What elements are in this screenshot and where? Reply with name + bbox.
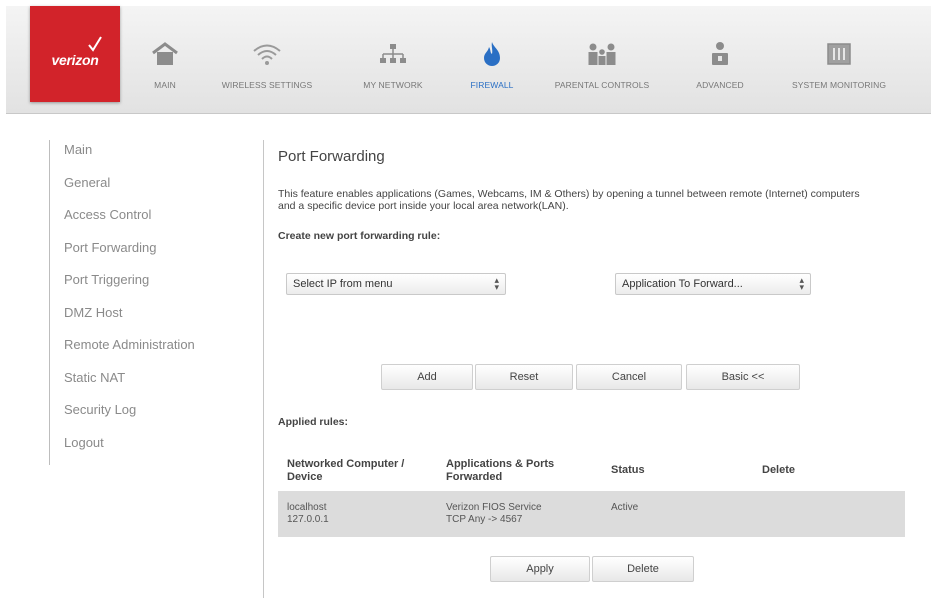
nav-my-network[interactable]: MY NETWORK — [349, 40, 437, 96]
page-title: Port Forwarding — [278, 148, 385, 165]
sidebar-item-remote-administration[interactable]: Remote Administration — [64, 335, 195, 368]
column-header-applications: Applications & Ports Forwarded — [446, 458, 555, 483]
select-arrows-icon: ▴ ▾ — [799, 275, 804, 292]
checkmark-icon — [88, 36, 102, 52]
column-header-device: Networked Computer / Device — [287, 458, 405, 483]
header-bar: verizon MAIN WIRELESS SETTINGS MY NETWOR… — [6, 6, 931, 114]
sidebar-item-port-triggering[interactable]: Port Triggering — [64, 270, 195, 303]
nav-system-monitoring[interactable]: SYSTEM MONITORING — [776, 40, 902, 96]
page-description: This feature enables applications (Games… — [278, 188, 860, 212]
network-icon — [380, 44, 406, 63]
sidebar: Main General Access Control Port Forward… — [49, 140, 195, 465]
brand-name: verizon — [51, 52, 99, 68]
applied-rules-label: Applied rules: — [278, 416, 349, 428]
nav-advanced[interactable]: ADVANCED — [684, 40, 756, 96]
nav-main[interactable]: MAIN — [140, 40, 190, 96]
reset-button[interactable]: Reset — [475, 364, 573, 390]
verizon-logo[interactable]: verizon — [30, 6, 120, 102]
basic-button[interactable]: Basic << — [686, 364, 800, 390]
row-application-name: Verizon FIOS Service — [446, 502, 542, 513]
column-header-status: Status — [611, 464, 645, 476]
nav-label: ADVANCED — [696, 80, 744, 90]
sidebar-item-access-control[interactable]: Access Control — [64, 205, 195, 238]
person-lock-icon — [712, 42, 728, 65]
content-divider — [263, 140, 264, 598]
ip-select-value: Select IP from menu — [293, 278, 393, 290]
row-application-ports: TCP Any -> 4567 — [446, 514, 523, 525]
table-row[interactable] — [278, 491, 905, 537]
sidebar-item-logout[interactable]: Logout — [64, 433, 195, 466]
sidebar-item-static-nat[interactable]: Static NAT — [64, 368, 195, 401]
row-device-ip: 127.0.0.1 — [287, 514, 329, 525]
select-arrows-icon: ▴ ▾ — [494, 275, 499, 292]
nav-label: PARENTAL CONTROLS — [554, 80, 650, 90]
row-device-name: localhost — [287, 502, 327, 513]
nav-label: SYSTEM MONITORING — [791, 80, 887, 90]
row-status: Active — [611, 502, 639, 513]
sidebar-item-dmz-host[interactable]: DMZ Host — [64, 303, 195, 336]
home-icon — [152, 42, 178, 65]
application-select-value: Application To Forward... — [622, 278, 743, 290]
sidebar-item-main[interactable]: Main — [64, 140, 195, 173]
sidebar-item-general[interactable]: General — [64, 173, 195, 206]
nav-firewall[interactable]: FIREWALL — [458, 40, 526, 96]
flame-icon — [484, 42, 500, 66]
ip-select[interactable]: Select IP from menu ▴ ▾ — [286, 273, 506, 295]
application-select[interactable]: Application To Forward... ▴ ▾ — [615, 273, 811, 295]
monitor-icon — [827, 43, 851, 65]
cancel-button[interactable]: Cancel — [576, 364, 682, 390]
create-rule-label: Create new port forwarding rule: — [278, 230, 441, 242]
nav-label: MAIN — [154, 80, 176, 90]
nav-label: MY NETWORK — [363, 80, 423, 90]
sidebar-item-security-log[interactable]: Security Log — [64, 400, 195, 433]
family-icon — [588, 43, 616, 65]
apply-button[interactable]: Apply — [490, 556, 590, 582]
delete-button[interactable]: Delete — [592, 556, 694, 582]
sidebar-item-port-forwarding[interactable]: Port Forwarding — [64, 238, 195, 271]
nav-wireless-settings[interactable]: WIRELESS SETTINGS — [208, 40, 326, 96]
column-header-delete: Delete — [762, 464, 796, 476]
add-button[interactable]: Add — [381, 364, 473, 390]
wifi-icon — [253, 44, 281, 65]
nav-label: FIREWALL — [470, 80, 514, 90]
nav-label: WIRELESS SETTINGS — [221, 80, 313, 90]
nav-parental-controls[interactable]: PARENTAL CONTROLS — [541, 40, 663, 96]
